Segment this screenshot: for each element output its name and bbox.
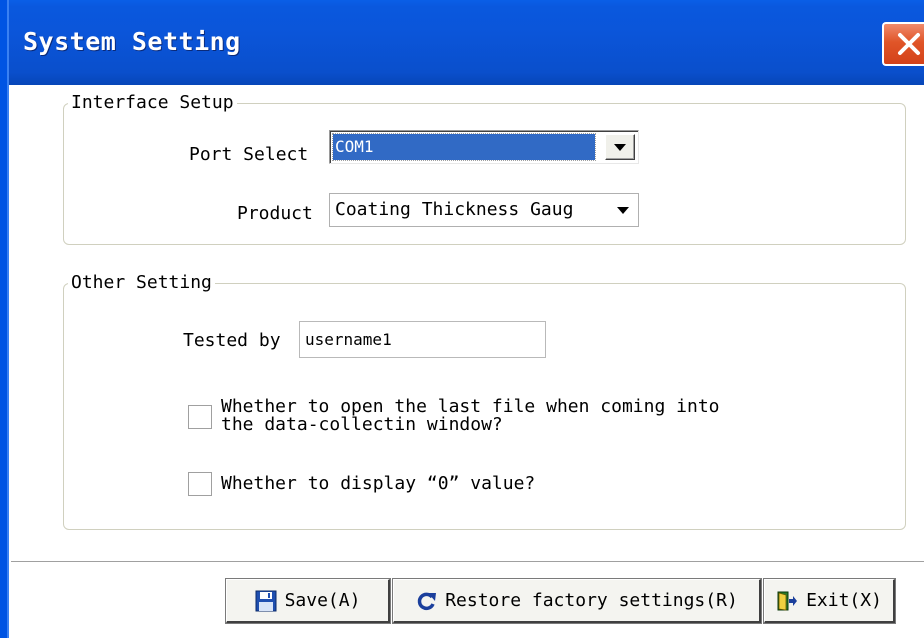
port-select-dropdown[interactable]: COM1 <box>329 130 639 164</box>
chevron-down-icon <box>617 206 629 214</box>
refresh-icon <box>417 592 437 610</box>
tested-by-input[interactable]: username1 <box>299 321 546 358</box>
exit-button[interactable]: Exit(X) <box>763 578 896 624</box>
dialog-body: Interface Setup Port Select COM1 Product… <box>11 85 924 638</box>
save-button[interactable]: Save(A) <box>225 578 391 624</box>
product-dropdown-button[interactable] <box>614 199 632 221</box>
port-select-label: Port Select <box>189 144 309 165</box>
product-label: Product <box>237 203 313 224</box>
exit-button-label: Exit(X) <box>806 590 882 611</box>
close-icon <box>897 33 920 55</box>
open-last-file-checkbox[interactable] <box>188 405 212 429</box>
restore-factory-settings-button[interactable]: Restore factory settings(R) <box>392 578 762 624</box>
floppy-disk-icon <box>255 590 277 611</box>
display-zero-label: Whether to display “0” value? <box>221 473 536 494</box>
tested-by-label: Tested by <box>183 330 281 351</box>
port-select-value: COM1 <box>332 133 596 161</box>
port-select-dropdown-button[interactable] <box>605 134 635 160</box>
window-title: System Setting <box>23 27 241 56</box>
product-dropdown[interactable]: Coating Thickness Gaug <box>329 193 639 227</box>
restore-button-label: Restore factory settings(R) <box>445 590 738 611</box>
other-setting-title: Other Setting <box>68 271 215 295</box>
product-value: Coating Thickness Gaug <box>335 199 574 220</box>
exit-door-icon <box>777 591 798 610</box>
window-left-border <box>0 0 9 638</box>
chevron-down-icon <box>614 143 626 151</box>
save-button-label: Save(A) <box>284 590 361 611</box>
open-last-file-label-line2: the data-collectin window? <box>221 414 503 435</box>
button-separator <box>11 561 924 563</box>
display-zero-checkbox[interactable] <box>188 472 212 496</box>
interface-setup-title: Interface Setup <box>68 91 237 115</box>
title-bar[interactable]: System Setting <box>9 0 924 85</box>
close-button[interactable] <box>882 22 924 66</box>
